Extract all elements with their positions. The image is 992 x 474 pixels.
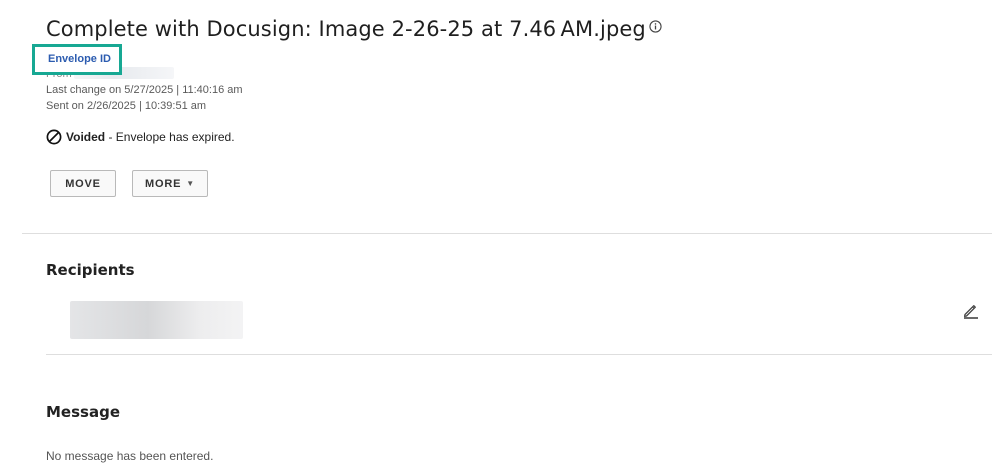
status-label: Voided: [66, 130, 106, 144]
envelope-title: Complete with Docusign: Image 2-26-25 at…: [46, 17, 646, 41]
envelope-details-page: Complete with Docusign: Image 2-26-25 at…: [0, 0, 992, 474]
last-change-text: Last change on 5/27/2025 | 11:40:16 am: [46, 84, 243, 96]
section-divider: [46, 354, 992, 355]
chevron-down-icon: ▼: [186, 179, 195, 188]
envelope-id-link[interactable]: Envelope ID: [48, 53, 111, 65]
message-heading: Message: [46, 403, 120, 421]
recipients-heading: Recipients: [46, 261, 135, 279]
move-button[interactable]: MOVE: [50, 170, 116, 197]
message-body: No message has been entered.: [46, 449, 214, 463]
more-button[interactable]: MORE ▼: [132, 170, 208, 197]
pencil-icon[interactable]: [962, 301, 980, 319]
sent-date-text: Sent on 2/26/2025 | 10:39:51 am: [46, 100, 207, 112]
envelope-id-highlight[interactable]: Envelope ID: [32, 44, 122, 75]
voided-icon: [46, 129, 62, 145]
info-icon[interactable]: [649, 20, 662, 33]
section-divider: [22, 233, 992, 234]
recipient-redacted: [70, 301, 243, 339]
status-detail: - Envelope has expired.: [105, 130, 235, 144]
more-button-label: MORE: [145, 177, 182, 190]
envelope-status: Voided - Envelope has expired.: [46, 129, 235, 145]
move-button-label: MOVE: [65, 177, 101, 190]
envelope-title-row: Complete with Docusign: Image 2-26-25 at…: [46, 17, 662, 41]
